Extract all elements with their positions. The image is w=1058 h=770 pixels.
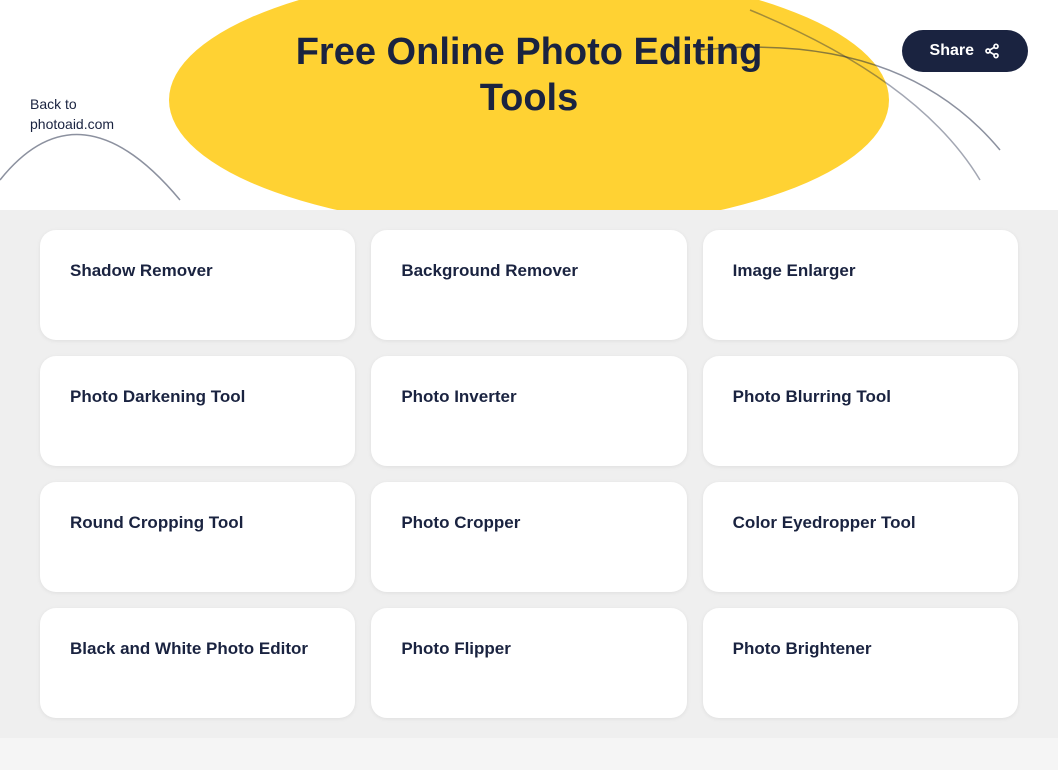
tool-card-label: Photo Darkening Tool	[70, 386, 245, 409]
tool-card[interactable]: Photo Darkening Tool	[40, 356, 355, 466]
tool-card-label: Photo Cropper	[401, 512, 520, 535]
tool-card[interactable]: Photo Blurring Tool	[703, 356, 1018, 466]
tool-card-label: Photo Inverter	[401, 386, 516, 409]
tool-card[interactable]: Round Cropping Tool	[40, 482, 355, 592]
tool-card-label: Photo Blurring Tool	[733, 386, 891, 409]
tools-grid: Shadow Remover Background Remover Image En…	[0, 210, 1058, 738]
tool-card[interactable]: Color Eyedropper Tool	[703, 482, 1018, 592]
tool-card[interactable]: Photo Cropper	[371, 482, 686, 592]
tool-card-label: Background Remover	[401, 260, 578, 283]
tool-card[interactable]: Photo Brightener	[703, 608, 1018, 718]
header: Back to photoaid.com Free Online Photo E…	[0, 0, 1058, 210]
tool-card[interactable]: Image Enlarger	[703, 230, 1018, 340]
share-icon	[984, 43, 1000, 59]
title-line2: Tools	[480, 77, 579, 119]
tool-card-label: Photo Flipper	[401, 638, 511, 661]
share-label: Share	[930, 42, 974, 60]
tool-card-label: Shadow Remover	[70, 260, 213, 283]
tool-card[interactable]: Photo Flipper	[371, 608, 686, 718]
tool-card[interactable]: Photo Inverter	[371, 356, 686, 466]
tool-card[interactable]: Background Remover	[371, 230, 686, 340]
tool-card-label: Color Eyedropper Tool	[733, 512, 916, 535]
tool-card-label: Round Cropping Tool	[70, 512, 243, 535]
tool-card-label: Black and White Photo Editor	[70, 638, 308, 661]
back-link[interactable]: Back to photoaid.com	[30, 95, 114, 134]
page-title: Free Online Photo Editing Tools	[279, 30, 779, 121]
title-line1: Free Online Photo Editing	[296, 31, 763, 73]
tool-card-label: Photo Brightener	[733, 638, 872, 661]
tool-card[interactable]: Shadow Remover	[40, 230, 355, 340]
share-button[interactable]: Share	[902, 30, 1028, 72]
tool-card-label: Image Enlarger	[733, 260, 856, 283]
tool-card[interactable]: Black and White Photo Editor	[40, 608, 355, 718]
